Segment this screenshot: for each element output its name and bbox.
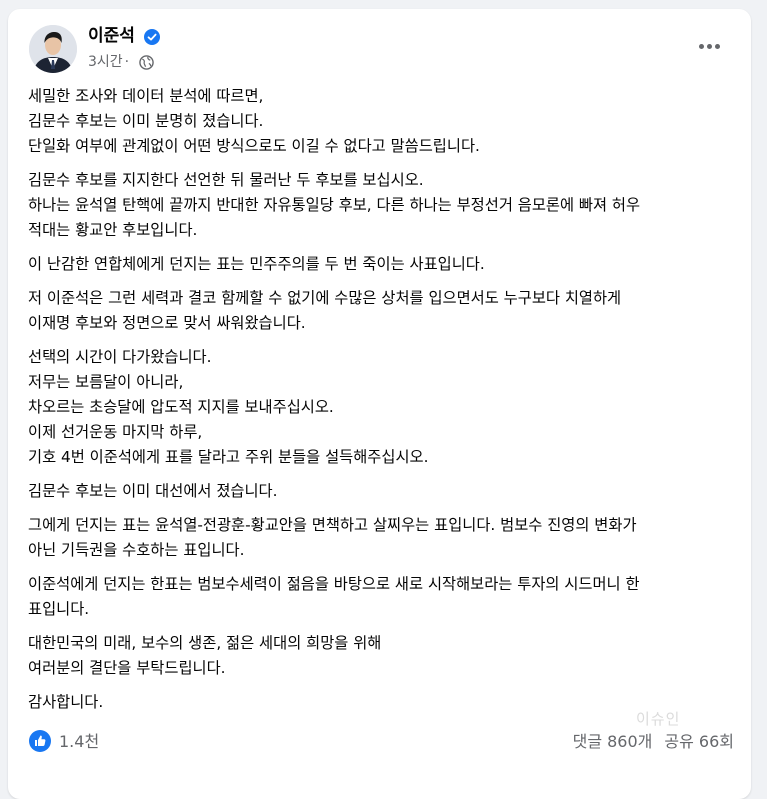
author-avatar[interactable]: [29, 25, 77, 73]
comment-count[interactable]: 댓글 860개: [573, 732, 653, 751]
post-text-line: 이제 선거운동 마지막 하루,: [28, 423, 203, 441]
post-paragraph: 그에게 던지는 표는 윤석열-전광훈-황교안을 면책하고 살찌우는 표입니다. …: [28, 513, 738, 563]
post-text-line: 이재명 후보와 정면으로 맞서 싸워왔습니다.: [28, 314, 306, 332]
post-text-line: 여러분의 결단을 부탁드립니다.: [28, 659, 226, 677]
post-text-line: 그에게 던지는 표는 윤석열-전광훈-황교안을 면책하고 살찌우는 표입니다. …: [28, 516, 637, 534]
globe-icon[interactable]: [139, 55, 154, 70]
post-text-line: 세밀한 조사와 데이터 분석에 따르면,: [28, 87, 264, 105]
post-text-line: 단일화 여부에 관계없이 어떤 방식으로도 이길 수 없다고 말씀드립니다.: [28, 137, 480, 155]
post-meta: 3시간 ·: [88, 53, 131, 71]
post-paragraph: 김문수 후보를 지지한다 선언한 뒤 물러난 두 후보를 보십시오. 하나는 윤석…: [28, 168, 738, 243]
post-text-line: 이 난감한 연합체에게 던지는 표는 민주주의를 두 번 죽이는 사표입니다.: [28, 255, 485, 273]
post-paragraph: 대한민국의 미래, 보수의 생존, 젊은 세대의 희망을 위해여러분의 결단을 …: [28, 631, 738, 681]
post-text-line: 차오르는 초승달에 압도적 지지를 보내주십시오.: [28, 398, 334, 416]
post-text-line: 저 이준석은 그런 세력과 결코 함께할 수 없기에 수많은 상처를 입으면서도…: [28, 289, 622, 307]
post-text-line: 표입니다.: [28, 600, 90, 618]
post-time[interactable]: 3시간: [88, 54, 123, 70]
verified-badge-icon: [144, 29, 160, 45]
post-paragraph: 감사합니다.: [28, 690, 738, 715]
post-body: 세밀한 조사와 데이터 분석에 따르면, 김문수 후보는 이미 분명히 졌습니다.…: [28, 84, 738, 724]
post-text-line: 김문수 후보는 이미 분명히 졌습니다.: [28, 112, 264, 130]
reaction-count[interactable]: 1.4천: [59, 731, 99, 753]
more-options-icon: [698, 43, 704, 49]
post-text-line: 적대는 황교안 후보입니다.: [28, 221, 198, 239]
avatar-image: [29, 25, 77, 73]
post-paragraph: 저 이준석은 그런 세력과 결코 함께할 수 없기에 수많은 상처를 입으면서도…: [28, 286, 738, 336]
author-name[interactable]: 이준석: [88, 25, 135, 47]
post-text-line: 선택의 시간이 다가왔습니다.: [28, 348, 212, 366]
post-text-line: 대한민국의 미래, 보수의 생존, 젊은 세대의 희망을 위해: [28, 634, 382, 652]
more-options-button[interactable]: [689, 30, 729, 62]
post-text-line: 기호 4번 이준석에게 표를 달라고 주위 분들을 설득해주십시오.: [28, 448, 429, 466]
post-text-line: 김문수 후보를 지지한다 선언한 뒤 물러난 두 후보를 보십시오.: [28, 171, 424, 189]
like-icon[interactable]: [29, 730, 51, 752]
post-paragraph: 세밀한 조사와 데이터 분석에 따르면, 김문수 후보는 이미 분명히 졌습니다.…: [28, 84, 738, 159]
post-paragraph: 선택의 시간이 다가왔습니다. 저무는 보름달이 아니라, 차오르는 초승달에 압도…: [28, 345, 738, 470]
post-text-line: 감사합니다.: [28, 693, 104, 711]
post-paragraph: 이준석에게 던지는 한표는 범보수세력이 젊음을 바탕으로 새로 시작해보라는 …: [28, 572, 738, 622]
post-paragraph: 이 난감한 연합체에게 던지는 표는 민주주의를 두 번 죽이는 사표입니다.: [28, 252, 738, 277]
post-card: 이준석 3시간 · 세밀한 조사와 데이터 분석에 따르면, 김문수 후보는 이미 …: [8, 9, 751, 799]
share-count[interactable]: 공유 66회: [664, 732, 734, 751]
post-header: 이준석 3시간 ·: [8, 9, 751, 79]
post-text-line: 아닌 기득권을 수호하는 표입니다.: [28, 541, 245, 559]
post-text-line: 저무는 보름달이 아니라,: [28, 373, 184, 391]
post-text-line: 이준석에게 던지는 한표는 범보수세력이 젊음을 바탕으로 새로 시작해보라는 …: [28, 575, 640, 593]
watermark: 이슈인: [636, 710, 681, 728]
post-text-line: 김문수 후보는 이미 대선에서 졌습니다.: [28, 482, 278, 500]
post-text-line: 하나는 윤석열 탄핵에 끝까지 반대한 자유통일당 후보, 다른 하나는 부정선…: [28, 196, 641, 214]
post-footer: 1.4천 댓글 860개 공유 66회: [8, 725, 751, 759]
post-paragraph: 김문수 후보는 이미 대선에서 졌습니다.: [28, 479, 738, 504]
meta-separator: ·: [124, 54, 130, 70]
engagement-stats: 댓글 860개 공유 66회: [573, 731, 734, 753]
